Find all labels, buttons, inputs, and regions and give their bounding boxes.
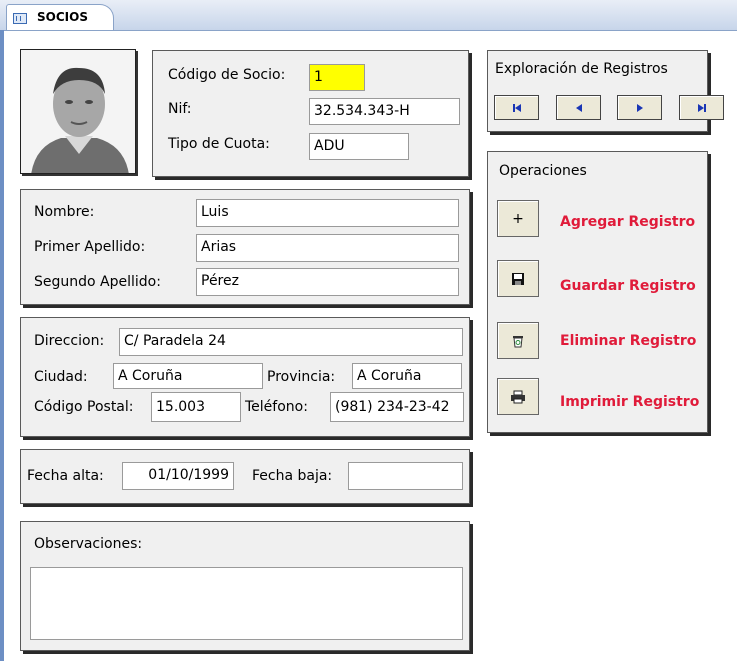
- form-icon: [13, 13, 27, 24]
- left-border: [0, 30, 4, 661]
- provincia-field[interactable]: A Coruña: [352, 363, 462, 389]
- printer-icon: [511, 390, 525, 403]
- add-record-label[interactable]: Agregar Registro: [560, 214, 695, 230]
- cp-label: Código Postal:: [34, 399, 134, 415]
- fecha-baja-label: Fecha baja:: [252, 468, 333, 484]
- print-record-label[interactable]: Imprimir Registro: [560, 394, 699, 410]
- recycle-bin-icon: [513, 335, 523, 347]
- document-tab-bar: SOCIOS: [0, 0, 737, 31]
- apellido2-field[interactable]: Pérez: [196, 268, 459, 296]
- observaciones-field[interactable]: [30, 567, 463, 640]
- save-record-button[interactable]: [497, 260, 539, 297]
- last-record-button[interactable]: [679, 95, 724, 120]
- provincia-label: Provincia:: [267, 369, 336, 385]
- operaciones-title: Operaciones: [499, 163, 587, 179]
- nif-field[interactable]: 32.534.343-H: [309, 98, 460, 125]
- fecha-alta-field[interactable]: 01/10/1999: [122, 462, 234, 490]
- nombre-field[interactable]: Luis: [196, 199, 459, 227]
- tab-title: SOCIOS: [37, 10, 88, 24]
- telefono-label: Teléfono:: [245, 399, 308, 415]
- nombre-label: Nombre:: [34, 204, 95, 220]
- cuota-label: Tipo de Cuota:: [168, 136, 270, 152]
- print-record-button[interactable]: [497, 378, 539, 415]
- apellido2-label: Segundo Apellido:: [34, 274, 161, 290]
- observaciones-label: Observaciones:: [34, 536, 143, 552]
- codigo-label: Código de Socio:: [168, 67, 286, 83]
- exploracion-title: Exploración de Registros: [495, 61, 668, 77]
- cuota-field[interactable]: ADU: [309, 133, 409, 160]
- cp-field[interactable]: 15.003: [151, 392, 241, 422]
- delete-record-label[interactable]: Eliminar Registro: [560, 333, 696, 349]
- add-record-button[interactable]: +: [497, 200, 539, 237]
- ciudad-label: Ciudad:: [34, 369, 88, 385]
- save-record-label[interactable]: Guardar Registro: [560, 278, 696, 294]
- next-record-icon: [636, 103, 643, 112]
- codigo-field[interactable]: 1: [309, 64, 365, 91]
- plus-icon: +: [512, 210, 524, 227]
- first-record-button[interactable]: [494, 95, 539, 120]
- apellido1-field[interactable]: Arias: [196, 234, 459, 262]
- prev-record-icon: [575, 103, 582, 112]
- member-photo: [20, 49, 136, 174]
- fecha-baja-field[interactable]: [348, 462, 463, 490]
- prev-record-button[interactable]: [556, 95, 601, 120]
- tab-socios[interactable]: SOCIOS: [6, 4, 114, 30]
- direccion-label: Direccion:: [34, 333, 105, 349]
- telefono-field[interactable]: (981) 234-23-42: [330, 392, 464, 422]
- first-record-icon: [512, 103, 521, 112]
- nif-label: Nif:: [168, 101, 192, 117]
- floppy-disk-icon: [512, 272, 524, 285]
- delete-record-button[interactable]: [497, 322, 539, 359]
- next-record-button[interactable]: [617, 95, 662, 120]
- fecha-alta-label: Fecha alta:: [27, 468, 104, 484]
- last-record-icon: [697, 103, 706, 112]
- apellido1-label: Primer Apellido:: [34, 239, 146, 255]
- ciudad-field[interactable]: A Coruña: [113, 363, 263, 389]
- direccion-field[interactable]: C/ Paradela 24: [119, 328, 463, 356]
